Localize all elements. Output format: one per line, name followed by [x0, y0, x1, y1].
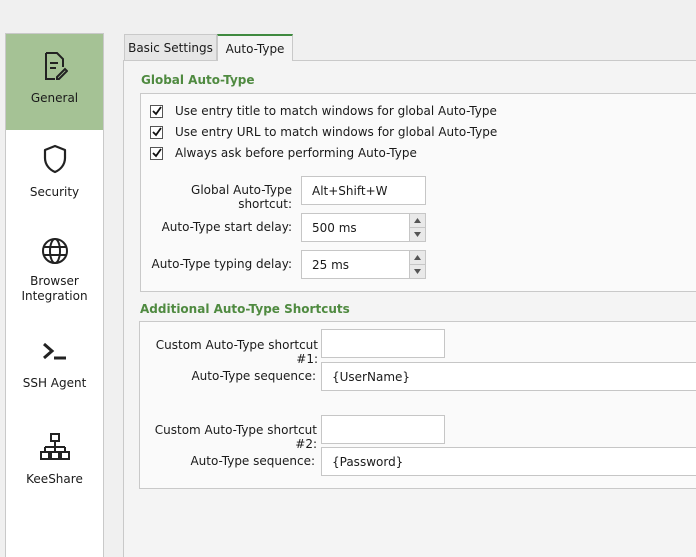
checkbox-row-url-match[interactable]: Use entry URL to match windows for globa…	[150, 124, 497, 140]
url-match-checkbox[interactable]	[150, 125, 163, 139]
sidebar-item-label: KeeShare	[26, 472, 83, 486]
tab-auto-type[interactable]: Auto-Type	[217, 34, 293, 61]
sidebar-item-keeshare[interactable]: KeeShare	[6, 432, 103, 502]
sidebar-item-browser-integration[interactable]: Browser Integration	[6, 236, 103, 316]
title-match-checkbox[interactable]	[150, 104, 163, 118]
settings-window: General Security Browser Integration SSH…	[0, 0, 696, 557]
caret-down-icon	[414, 232, 421, 237]
shield-icon	[42, 144, 68, 174]
sidebar-item-label: General	[30, 91, 79, 105]
sidebar-item-label-line2: Integration	[21, 289, 88, 303]
terminal-icon	[41, 340, 69, 364]
document-edit-icon	[42, 51, 68, 81]
start-delay-increment[interactable]	[410, 214, 425, 227]
typing-delay-spin-buttons	[409, 251, 425, 278]
global-shortcut-input[interactable]: Alt+Shift+W	[301, 176, 426, 205]
category-sidebar: General Security Browser Integration SSH…	[5, 33, 104, 557]
typing-delay-spinbox[interactable]: 25 ms	[301, 250, 426, 279]
custom-shortcut-2-label: Custom Auto-Type shortcut #2:	[154, 423, 317, 451]
sidebar-item-label: SSH Agent	[22, 376, 87, 390]
sidebar-item-ssh-agent[interactable]: SSH Agent	[6, 340, 103, 410]
tab-basic-settings[interactable]: Basic Settings	[124, 34, 217, 60]
network-icon	[39, 432, 70, 462]
global-autotype-title: Global Auto-Type	[141, 73, 255, 87]
caret-up-icon	[414, 218, 421, 223]
custom-shortcut-1-input[interactable]	[321, 329, 445, 358]
sequence-1-input[interactable]: {UserName}	[321, 362, 696, 391]
typing-delay-value: 25 ms	[312, 257, 350, 272]
always-ask-label: Always ask before performing Auto-Type	[175, 146, 417, 160]
custom-shortcut-1-label: Custom Auto-Type shortcut #1:	[155, 338, 318, 366]
typing-delay-decrement[interactable]	[410, 264, 425, 278]
sequence-1-label: Auto-Type sequence:	[191, 369, 316, 383]
caret-down-icon	[414, 269, 421, 274]
start-delay-label: Auto-Type start delay:	[161, 220, 292, 234]
start-delay-value: 500 ms	[312, 220, 357, 235]
sidebar-item-label-line1: Browser	[30, 274, 79, 288]
start-delay-spinbox[interactable]: 500 ms	[301, 213, 426, 242]
start-delay-spin-buttons	[409, 214, 425, 241]
title-match-label: Use entry title to match windows for glo…	[175, 104, 497, 118]
sidebar-item-security[interactable]: Security	[6, 144, 103, 224]
caret-up-icon	[414, 255, 421, 260]
url-match-label: Use entry URL to match windows for globa…	[175, 125, 498, 139]
additional-shortcuts-title: Additional Auto-Type Shortcuts	[140, 302, 350, 316]
start-delay-decrement[interactable]	[410, 227, 425, 241]
sequence-2-input[interactable]: {Password}	[321, 447, 696, 476]
sequence-2-label: Auto-Type sequence:	[190, 454, 315, 468]
custom-shortcut-2-input[interactable]	[321, 415, 445, 444]
typing-delay-label: Auto-Type typing delay:	[151, 257, 292, 271]
globe-icon	[40, 236, 70, 266]
sidebar-item-label: Security	[29, 185, 80, 199]
typing-delay-increment[interactable]	[410, 251, 425, 264]
always-ask-checkbox[interactable]	[150, 146, 163, 160]
checkbox-row-always-ask[interactable]: Always ask before performing Auto-Type	[150, 145, 417, 161]
checkbox-row-title-match[interactable]: Use entry title to match windows for glo…	[150, 103, 497, 119]
global-shortcut-label: Global Auto-Type shortcut:	[191, 183, 292, 211]
sidebar-item-general[interactable]: General	[6, 34, 103, 130]
